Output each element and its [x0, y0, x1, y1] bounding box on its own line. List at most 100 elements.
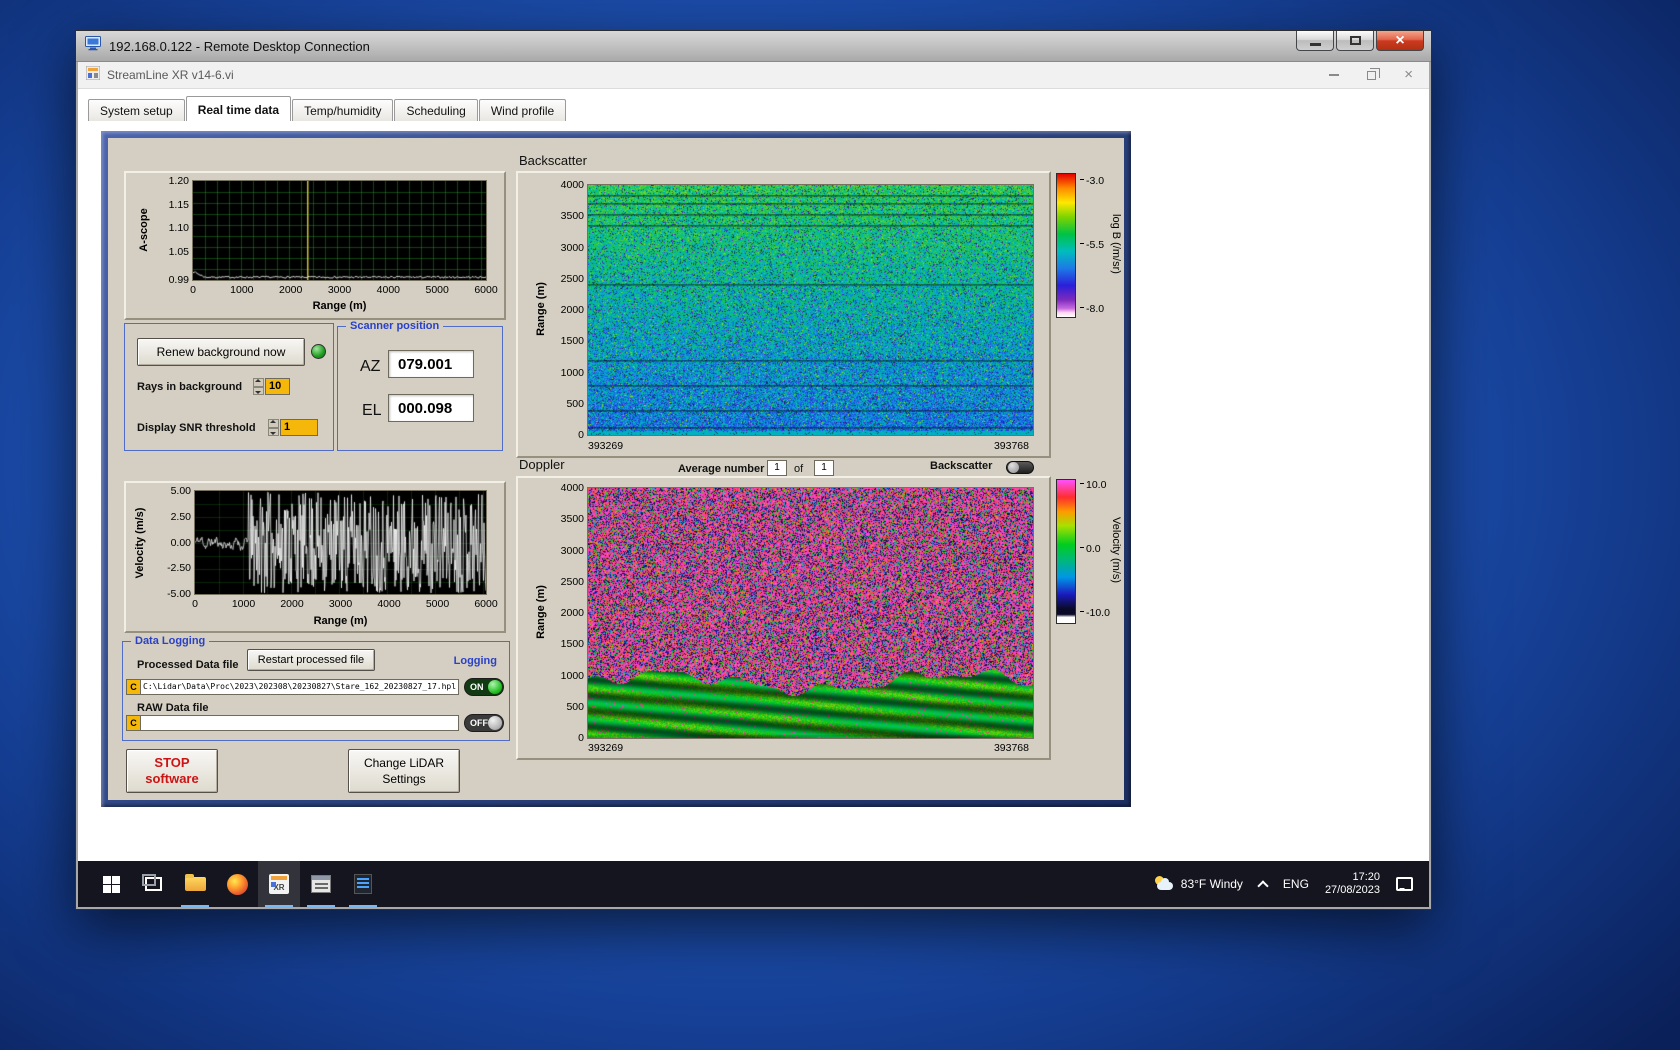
clock[interactable]: 17:20 27/08/2023 — [1325, 871, 1380, 897]
colorbar-gradient — [1056, 173, 1076, 318]
backscatter-display-toggle[interactable] — [1006, 461, 1034, 474]
drive-select[interactable]: C — [126, 715, 141, 731]
utility-app-icon — [311, 875, 331, 893]
remote-desktop-icon — [85, 36, 101, 56]
restart-processed-file-button[interactable]: Restart processed file — [247, 649, 375, 671]
tab-temp-humidity[interactable]: Temp/humidity — [292, 99, 393, 121]
velocity-graph: Velocity (m/s) 5.002.500.00-2.50-5.00 01… — [124, 481, 506, 633]
doppler-y-axis-label: Range (m) — [535, 562, 547, 662]
hidden-icons-chevron[interactable] — [1257, 880, 1268, 891]
app-close-icon[interactable]: × — [1404, 68, 1413, 82]
front-panel-frame: A-scope 1.201.151.101.050.99 01000200030… — [101, 131, 1131, 807]
rdp-window: 192.168.0.122 - Remote Desktop Connectio… — [75, 30, 1432, 910]
backscatter-colorbar-label: log B (/m/sr) — [1110, 184, 1122, 304]
stop-software-button[interactable]: STOP software — [126, 749, 218, 793]
processed-path-field[interactable]: C:\Lidar\Data\Proc\2023\202308\20230827\… — [141, 679, 459, 695]
task-view-button[interactable] — [132, 861, 174, 907]
data-logging-group: Data Logging Processed Data file Restart… — [122, 641, 510, 741]
toggle-knob-off — [488, 716, 502, 730]
processed-logging-toggle[interactable]: ON — [464, 678, 504, 696]
velocity-y-axis-label: Velocity (m/s) — [134, 493, 146, 593]
rays-in-background-value[interactable]: 10 — [265, 378, 290, 395]
rdp-minimize-button[interactable] — [1296, 31, 1334, 51]
labview-taskbar-button[interactable]: XR — [258, 861, 300, 907]
backscatter-section-title: Backscatter — [519, 153, 587, 168]
doppler-colorbar-label: Velocity (m/s) — [1110, 490, 1122, 610]
tab-real-time-data[interactable]: Real time data — [186, 96, 291, 121]
tab-system-setup[interactable]: System setup — [88, 99, 185, 121]
backscatter-colorbar: -3.0-5.5-8.0 log B (/m/sr) — [1056, 173, 1146, 333]
weather-widget[interactable]: 83°F Windy — [1154, 876, 1243, 892]
raw-logging-toggle[interactable]: OFF — [464, 714, 504, 732]
azimuth-value: 079.001 — [388, 350, 474, 378]
average-number-total[interactable]: 1 — [814, 460, 834, 476]
app-minimize-icon[interactable] — [1329, 74, 1339, 76]
labview-app-icon — [86, 66, 100, 85]
language-indicator[interactable]: ENG — [1283, 877, 1309, 891]
file-explorer-button[interactable] — [174, 861, 216, 907]
app-restore-icon[interactable] — [1367, 71, 1376, 80]
renew-background-led — [311, 344, 326, 359]
backscatter-x-start-label: 393269 — [588, 440, 623, 452]
processed-path-control: C C:\Lidar\Data\Proc\2023\202308\2023082… — [126, 679, 459, 695]
data-logging-title: Data Logging — [131, 635, 209, 647]
doppler-plot-canvas — [588, 488, 1033, 738]
ascope-y-axis-label: A-scope — [138, 180, 150, 280]
doppler-x-start-label: 393269 — [588, 742, 623, 754]
raw-data-file-label: RAW Data file — [137, 702, 209, 714]
doppler-section-title: Doppler — [519, 457, 565, 472]
scanner-position-group: Scanner position AZ 079.001 EL 000.098 — [337, 326, 503, 451]
doppler-heatmap: Range (m) 400035003000250020001500100050… — [516, 476, 1051, 760]
of-label: of — [794, 463, 803, 475]
drive-select[interactable]: C — [126, 679, 141, 695]
snr-threshold-stepper[interactable] — [268, 419, 279, 436]
snr-threshold-value[interactable]: 1 — [280, 419, 318, 436]
doppler-x-end-label: 393768 — [994, 742, 1029, 754]
rdp-window-title: 192.168.0.122 - Remote Desktop Connectio… — [109, 39, 370, 54]
taskbar: XR 83°F Windy ENG 17:20 27/08/2023 — [78, 861, 1429, 907]
ascope-x-axis-label: Range (m) — [193, 300, 486, 312]
start-button[interactable] — [90, 861, 132, 907]
clock-date: 27/08/2023 — [1325, 884, 1380, 897]
clock-time: 17:20 — [1325, 871, 1380, 884]
labview-titlebar[interactable]: StreamLine XR v14-6.vi × — [78, 62, 1429, 89]
rdp-maximize-button[interactable] — [1336, 31, 1374, 51]
rdp-titlebar[interactable]: 192.168.0.122 - Remote Desktop Connectio… — [76, 31, 1431, 62]
system-tray: 83°F Windy ENG 17:20 27/08/2023 — [1154, 871, 1429, 897]
rays-in-background-label: Rays in background — [137, 381, 242, 393]
average-number-value[interactable]: 1 — [767, 460, 787, 476]
backscatter-toggle-label: Backscatter — [930, 460, 992, 472]
backscatter-y-axis-label: Range (m) — [535, 259, 547, 359]
utility-app-button[interactable] — [300, 861, 342, 907]
rays-in-background-stepper[interactable] — [253, 378, 264, 395]
snr-threshold-label: Display SNR threshold — [137, 422, 256, 434]
ascope-plot-canvas — [193, 181, 486, 280]
velocity-x-ticks: 0100020003000400050006000 — [126, 598, 504, 611]
minimize-icon — [1310, 43, 1321, 46]
ascope-graph: A-scope 1.201.151.101.050.99 01000200030… — [124, 171, 506, 320]
colorbar-gradient — [1056, 479, 1076, 624]
elevation-label: EL — [362, 402, 382, 420]
renew-background-button[interactable]: Renew background now — [137, 338, 305, 366]
raw-path-field[interactable] — [141, 715, 459, 731]
document-app-icon — [354, 874, 372, 894]
firefox-button[interactable] — [216, 861, 258, 907]
task-view-icon — [145, 877, 162, 891]
front-panel: A-scope 1.201.151.101.050.99 01000200030… — [108, 138, 1124, 800]
document-app-button[interactable] — [342, 861, 384, 907]
change-lidar-settings-button[interactable]: Change LiDAR Settings — [348, 749, 460, 793]
labview-window-title: StreamLine XR v14-6.vi — [107, 68, 234, 82]
average-number-label: Average number — [678, 463, 764, 475]
velocity-plot-canvas — [195, 491, 486, 594]
action-center-icon[interactable] — [1396, 877, 1413, 891]
doppler-y-ticks: 40003500300025002000150010005000 — [556, 478, 584, 758]
backscatter-heatmap: Range (m) 400035003000250020001500100050… — [516, 171, 1051, 458]
maximize-icon — [1350, 36, 1361, 45]
raw-path-control: C — [126, 715, 459, 731]
labview-xr-icon: XR — [269, 874, 289, 894]
tab-wind-profile[interactable]: Wind profile — [479, 99, 566, 121]
azimuth-label: AZ — [360, 358, 380, 376]
rdp-close-button[interactable]: × — [1376, 31, 1424, 51]
backscatter-y-ticks: 40003500300025002000150010005000 — [556, 173, 584, 456]
tab-scheduling[interactable]: Scheduling — [394, 99, 477, 121]
